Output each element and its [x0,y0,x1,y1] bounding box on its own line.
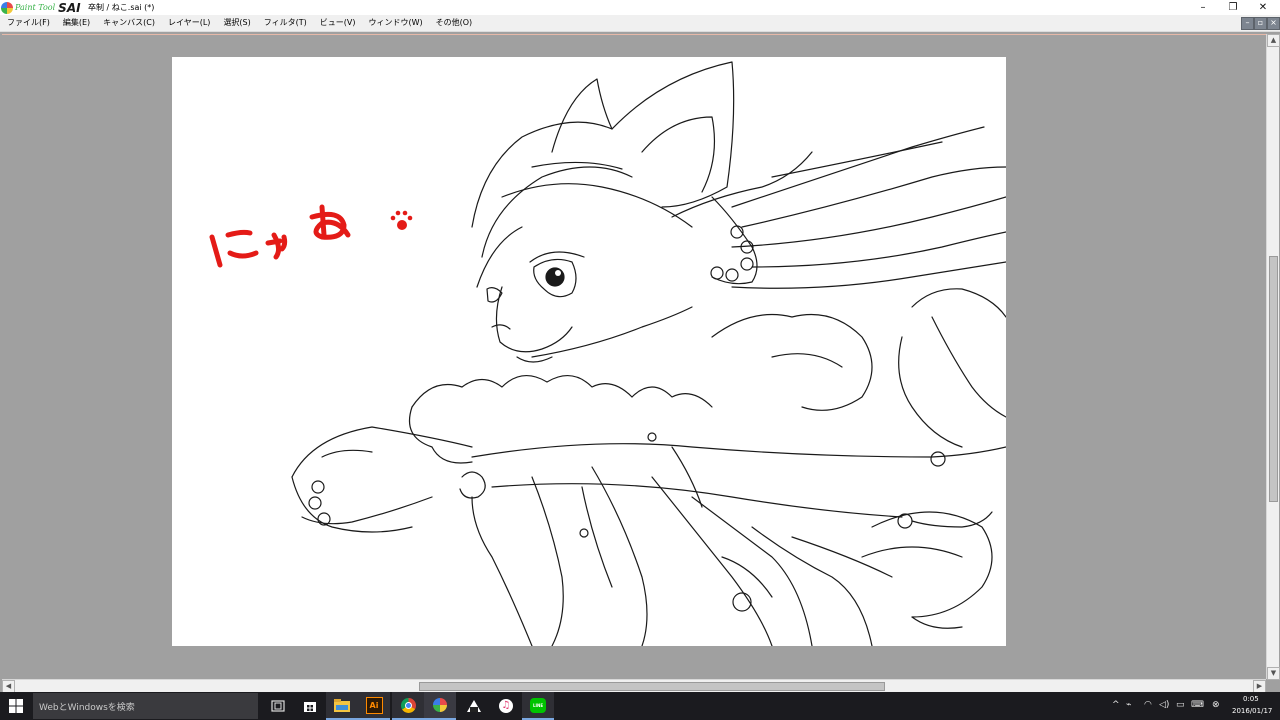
horizontal-scroll-thumb[interactable] [419,682,885,691]
network-icon[interactable]: ⌁ [1126,700,1131,710]
itunes-icon: ♫ [499,699,513,713]
paint-tool-sai-button[interactable] [424,692,456,720]
volume-icon[interactable]: ◁) [1159,700,1169,710]
menu-edit[interactable]: 編集(E) [56,15,96,31]
vertical-scrollbar[interactable]: ▲ ▼ [1266,34,1280,680]
horizontal-scrollbar[interactable]: ◀ ▶ [2,679,1266,693]
wifi-icon[interactable]: ◠ [1144,700,1152,710]
window-title: 卒制 / ねこ.sai (*) [88,3,155,12]
illustrator-button[interactable]: Ai [358,692,390,720]
chrome-icon [400,697,416,713]
illustrator-icon: Ai [365,696,383,714]
line-art-drawing [209,61,1007,647]
chevron-up-icon[interactable]: ^ [1112,700,1120,710]
menu-window[interactable]: ウィンドウ(W) [361,15,428,31]
paint-tool-sai-icon [433,698,447,712]
menu-bar: ファイル(F) 編集(E) キャンバス(C) レイヤー(L) 選択(S) フィル… [0,15,1280,32]
cat-character-line-art [291,61,1007,647]
mdi-restore-button[interactable]: ▫ [1254,17,1267,30]
minimize-button[interactable]: – [1188,0,1218,15]
app-logo: Paint Tool SAI [1,0,81,15]
mdi-close-button[interactable]: × [1267,17,1280,30]
vertical-scroll-thumb[interactable] [1269,256,1278,502]
drawing-canvas[interactable] [172,57,1007,647]
sai-logo-icon [1,1,13,14]
itunes-button[interactable]: ♫ [490,692,522,720]
onigiri-app-icon [467,700,481,712]
paw-print-icon [390,210,413,230]
menu-filter[interactable]: フィルタ(T) [257,15,313,31]
keyboard-icon[interactable]: ⌨ [1191,700,1204,710]
task-view-button[interactable] [262,692,294,720]
start-button[interactable] [0,692,32,720]
title-bar: Paint Tool SAI 卒制 / ねこ.sai (*) – ❐ ✕ [0,0,1280,15]
ime-icon[interactable]: ⊗ [1212,700,1220,710]
file-explorer-button[interactable] [326,692,358,720]
logo-painttool-text: Paint Tool [15,3,56,12]
menu-canvas[interactable]: キャンバス(C) [96,15,161,31]
windows-logo-icon [9,699,23,713]
notification-icon[interactable]: ▭ [1176,700,1185,710]
menu-select[interactable]: 選択(S) [216,15,256,31]
logo-sai-text: SAI [58,0,81,15]
clock-time[interactable]: 0:05 [1243,695,1259,703]
menu-view[interactable]: ビュー(V) [313,15,362,31]
menu-file[interactable]: ファイル(F) [0,15,56,31]
store-icon [304,702,316,712]
line-icon: LINE [530,697,546,713]
scroll-up-arrow-icon[interactable]: ▲ [1267,34,1280,47]
clock-date[interactable]: 2016/01/17 [1232,707,1272,715]
chrome-button[interactable] [392,692,424,720]
line-button[interactable]: LINE [522,692,554,720]
onigiri-app-button[interactable] [458,692,490,720]
store-button[interactable] [294,692,326,720]
search-placeholder: WebとWindowsを検索 [39,703,135,713]
scroll-down-arrow-icon[interactable]: ▼ [1267,667,1280,680]
restore-button[interactable]: ❐ [1218,0,1248,15]
handwritten-nyaa-text [209,204,351,268]
close-button[interactable]: ✕ [1248,0,1278,15]
menu-other[interactable]: その他(O) [429,15,479,31]
task-view-icon [271,700,285,712]
windows-taskbar: WebとWindowsを検索 Ai ♫ LINE ^ ⌁ ◠ ◁) ▭ ⌨ ⊗ … [0,692,1280,720]
file-explorer-icon [334,698,350,712]
mdi-minimize-button[interactable]: – [1241,17,1254,30]
search-box[interactable]: WebとWindowsを検索 [33,693,258,719]
menu-layer[interactable]: レイヤー(L) [161,15,216,31]
